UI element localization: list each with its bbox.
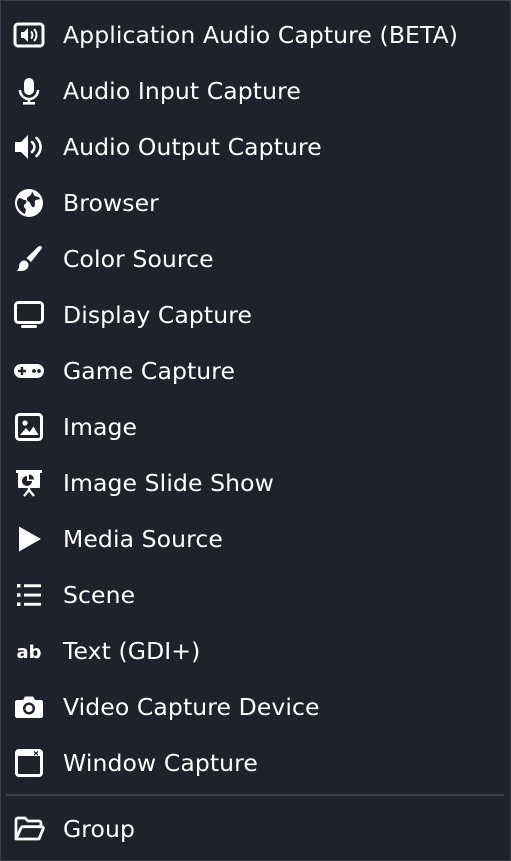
menu-item-label: Audio Input Capture — [63, 77, 301, 105]
menu-item-label: Image Slide Show — [63, 469, 274, 497]
image-icon — [12, 410, 46, 444]
paintbrush-icon — [12, 242, 46, 276]
svg-text:ab: ab — [16, 642, 41, 663]
globe-icon — [12, 186, 46, 220]
application-audio-icon — [12, 18, 46, 52]
list-icon — [12, 578, 46, 612]
menu-item-label: Window Capture — [63, 749, 258, 777]
menu-item-browser[interactable]: Browser — [2, 175, 509, 231]
menu-item-label: Game Capture — [63, 357, 236, 385]
menu-item-label: Media Source — [63, 525, 223, 553]
menu-item-label: Display Capture — [63, 301, 253, 329]
menu-item-label: Image — [63, 413, 138, 441]
slideshow-icon — [12, 466, 46, 500]
menu-item-application-audio-capture[interactable]: Application Audio Capture (BETA) — [2, 7, 509, 63]
menu-item-label: Text (GDI+) — [63, 637, 201, 665]
menu-item-label: Group — [63, 815, 136, 843]
menu-item-video-capture-device[interactable]: Video Capture Device — [2, 679, 509, 735]
speaker-icon — [12, 130, 46, 164]
menu-item-label: Application Audio Capture (BETA) — [63, 21, 459, 49]
menu-item-window-capture[interactable]: Window Capture — [2, 735, 509, 791]
monitor-icon — [12, 298, 46, 332]
menu-item-image-slide-show[interactable]: Image Slide Show — [2, 455, 509, 511]
menu-item-image[interactable]: Image — [2, 399, 509, 455]
menu-item-label: Scene — [63, 581, 136, 609]
menu-item-audio-input-capture[interactable]: Audio Input Capture — [2, 63, 509, 119]
menu-item-display-capture[interactable]: Display Capture — [2, 287, 509, 343]
play-icon — [12, 522, 46, 556]
gamepad-icon — [12, 354, 46, 388]
menu-item-game-capture[interactable]: Game Capture — [2, 343, 509, 399]
menu-separator — [6, 794, 504, 796]
menu-item-label: Video Capture Device — [63, 693, 320, 721]
text-icon: ab — [12, 634, 46, 668]
menu-item-label: Color Source — [63, 245, 214, 273]
menu-item-color-source[interactable]: Color Source — [2, 231, 509, 287]
menu-item-label: Browser — [63, 189, 159, 217]
menu-item-audio-output-capture[interactable]: Audio Output Capture — [2, 119, 509, 175]
folder-open-icon — [12, 812, 46, 846]
camera-icon — [12, 690, 46, 724]
menu-item-scene[interactable]: Scene — [2, 567, 509, 623]
menu-item-label: Audio Output Capture — [63, 133, 322, 161]
add-source-menu: Application Audio Capture (BETA) Audio I… — [0, 0, 511, 861]
menu-item-group[interactable]: Group — [2, 801, 509, 857]
menu-item-media-source[interactable]: Media Source — [2, 511, 509, 567]
window-icon — [12, 746, 46, 780]
menu-item-text-gdi[interactable]: ab Text (GDI+) — [2, 623, 509, 679]
microphone-icon — [12, 74, 46, 108]
